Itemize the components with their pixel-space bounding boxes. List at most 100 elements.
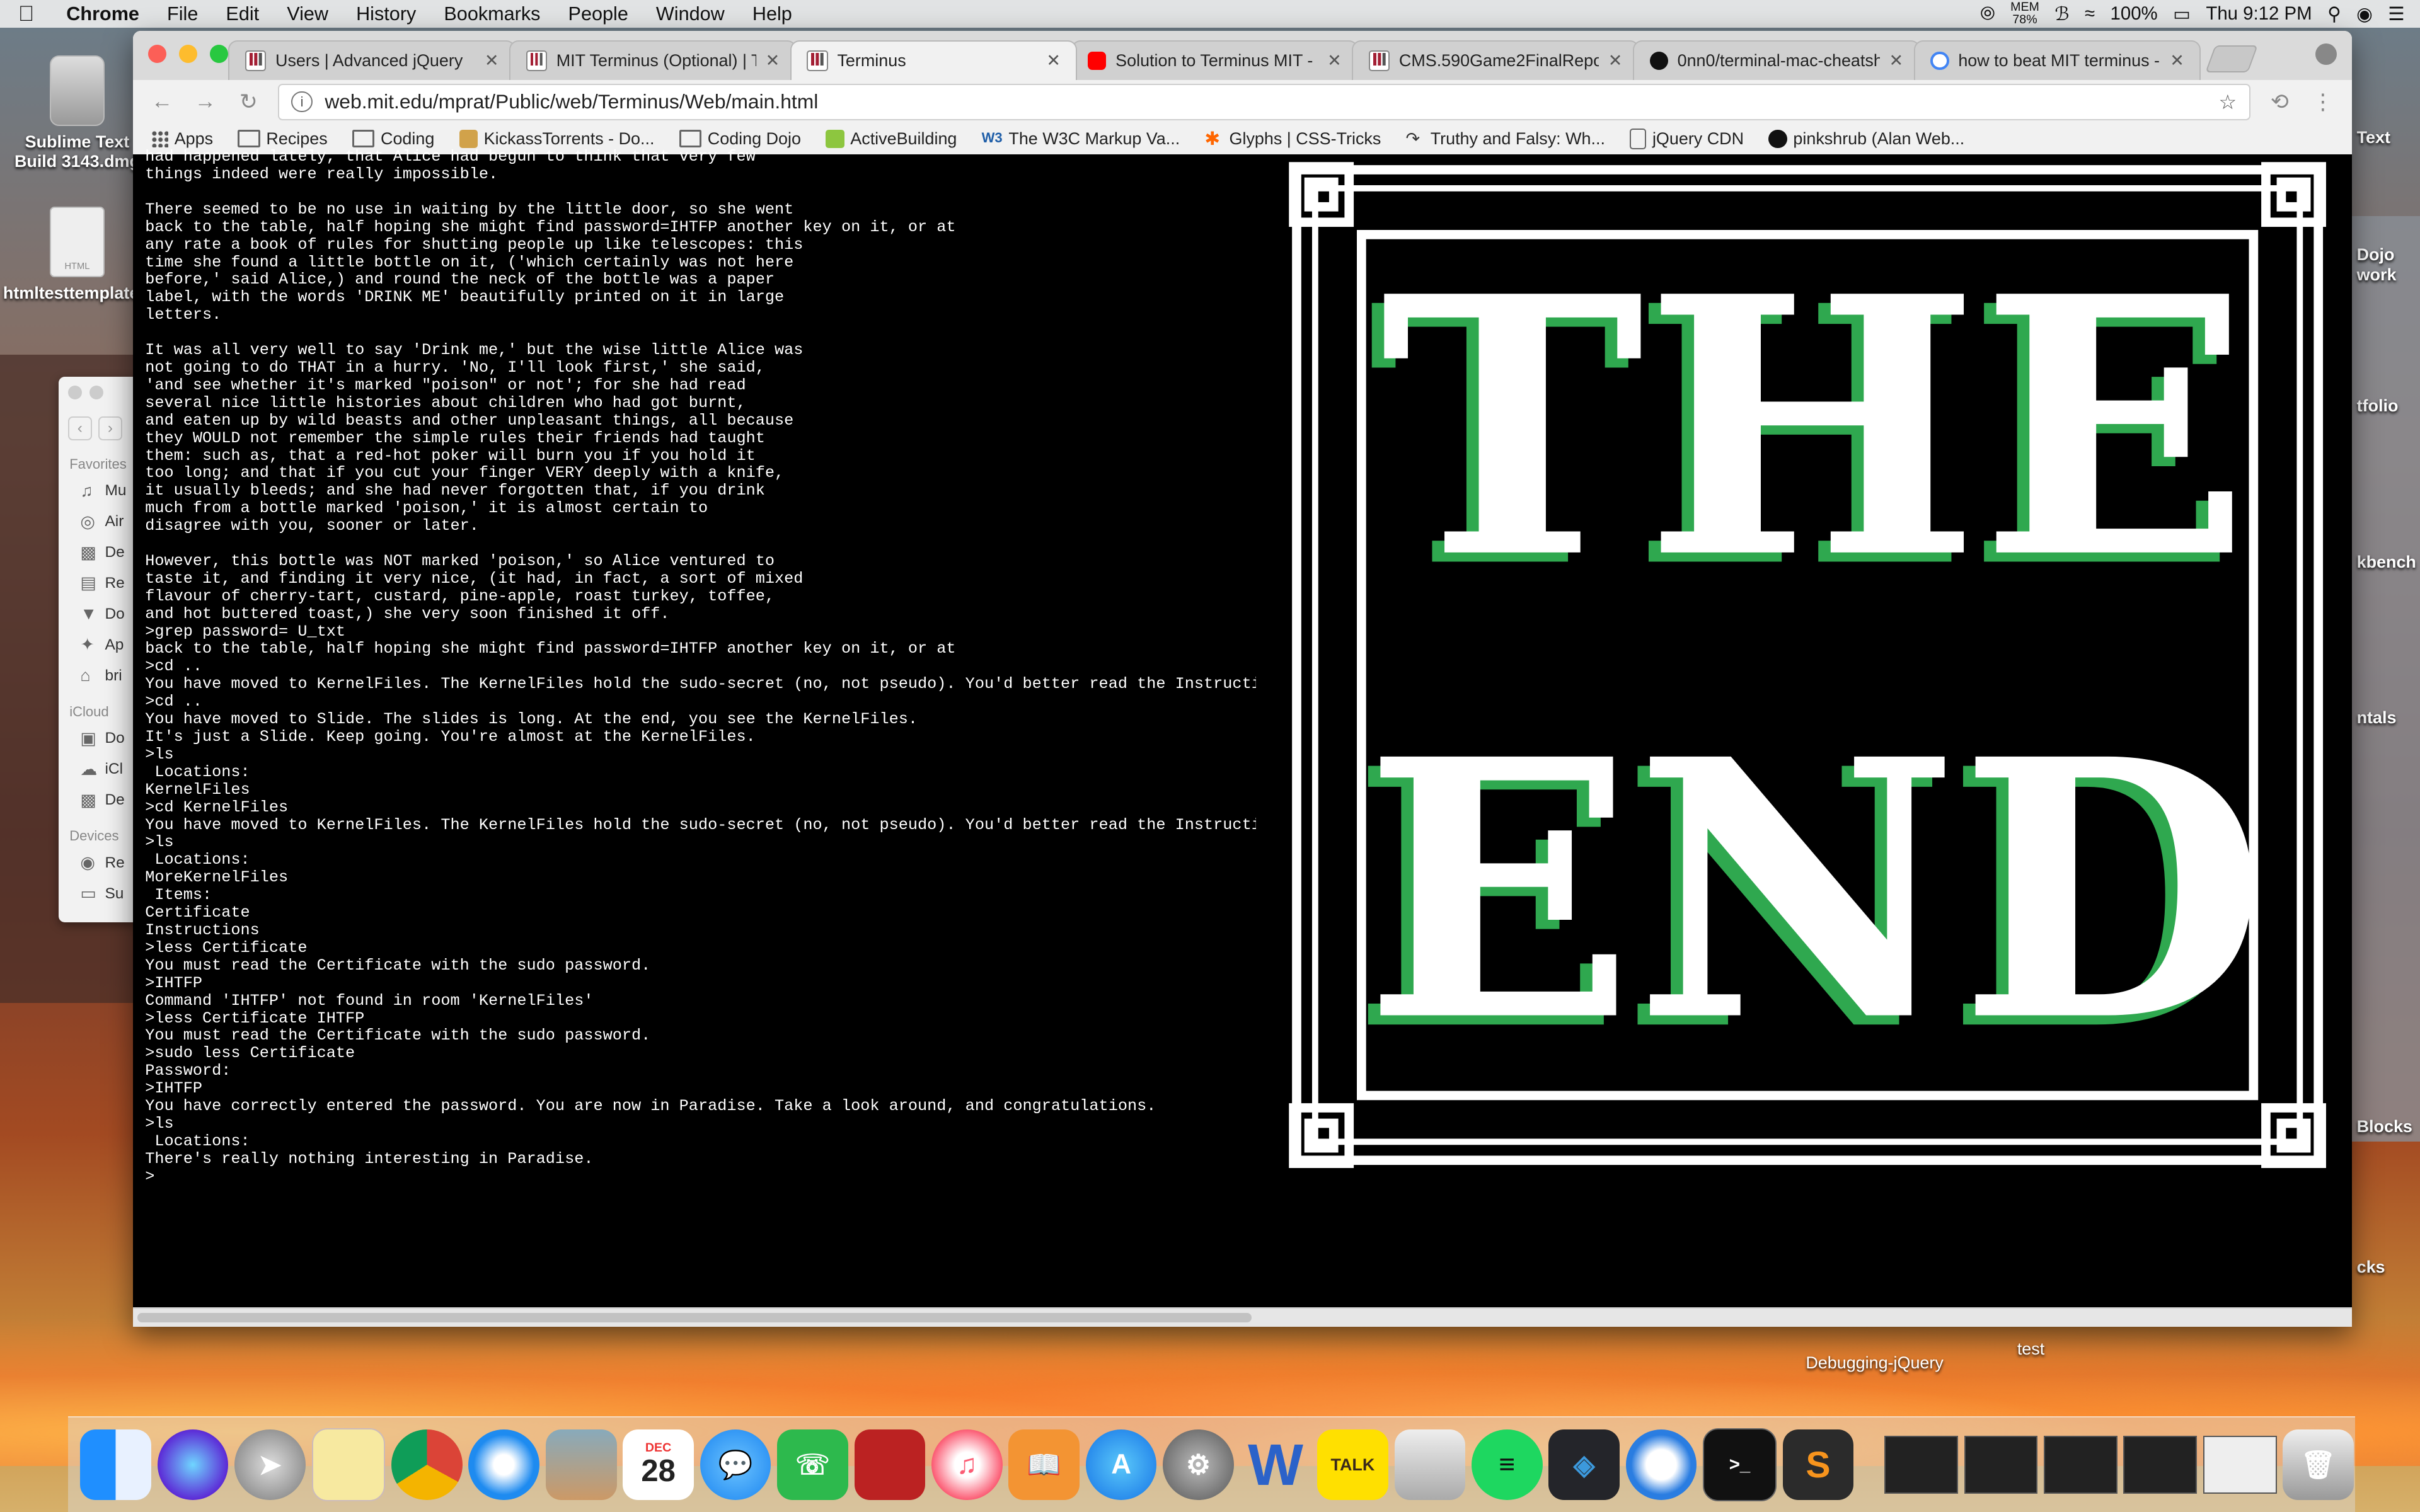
facetime-dock-icon[interactable]: ☏ (777, 1429, 848, 1501)
utility-dock-icon[interactable] (1394, 1429, 1466, 1501)
app-store-dock-icon[interactable]: A (1085, 1429, 1157, 1501)
menu-history[interactable]: History (342, 3, 430, 25)
siri-dock-icon[interactable] (157, 1429, 229, 1501)
url-text[interactable]: web.mit.edu/mprat/Public/web/Terminus/We… (325, 90, 818, 113)
bookmark-star-icon[interactable]: ☆ (2219, 90, 2237, 114)
safari-dock-icon[interactable] (468, 1429, 540, 1501)
finder-item-applications[interactable]: ✦ Ap (59, 630, 139, 661)
desktop-label[interactable]: cks (2357, 1257, 2385, 1277)
finder-item-device-superdrive[interactable]: ▭ Su (59, 878, 139, 909)
extension-icon[interactable]: ⟲ (2266, 89, 2293, 115)
time-machine-dock-icon[interactable] (1625, 1429, 1697, 1501)
tab-github-cheatsheet[interactable]: 0nn0/terminal-mac-cheatshee ✕ (1633, 40, 1920, 81)
bookmark-recipes[interactable]: Recipes (238, 129, 328, 149)
finder-close-button[interactable] (67, 386, 82, 400)
close-tab-icon[interactable]: ✕ (1608, 51, 1623, 71)
bookmark-pinkshrub[interactable]: pinkshrub (Alan Web... (1768, 129, 1964, 149)
desktop-label[interactable]: Blocks (2357, 1117, 2412, 1137)
finder-item-airdrop[interactable]: ◎ Air (59, 507, 139, 537)
desktop-label[interactable]: tfolio (2357, 396, 2399, 416)
close-tab-icon[interactable]: ✕ (766, 51, 780, 71)
finder-item-recents[interactable]: ▤ Re (59, 568, 139, 599)
desktop-label[interactable]: Dojo (2357, 245, 2395, 265)
bookmark-jquery-cdn[interactable]: jQuery CDN (1630, 128, 1744, 150)
menu-app-name[interactable]: Chrome (52, 3, 153, 25)
wifi-icon[interactable]: ≈ (2085, 3, 2095, 25)
finder-item-downloads[interactable]: ▼ Do (59, 599, 139, 630)
user-avatar-icon[interactable]: ◉ (2356, 3, 2373, 25)
bookmark-w3c-validator[interactable]: W3 The W3C Markup Va... (982, 129, 1180, 149)
fullscreen-window-button[interactable] (210, 45, 229, 64)
apple-icon[interactable]:  (0, 2, 52, 26)
menu-window[interactable]: Window (642, 3, 739, 25)
minimize-window-button[interactable] (179, 45, 198, 64)
finder-item-icloud-drive[interactable]: ☁ iCl (59, 754, 139, 785)
bookmark-apps[interactable]: Apps (151, 129, 213, 149)
finder-dock-icon[interactable] (80, 1429, 151, 1501)
itunes-dock-icon[interactable]: ♫ (931, 1429, 1003, 1501)
vpn-icon[interactable]: ⦾ (1980, 3, 1995, 25)
memory-indicator[interactable]: MEM 78% (2010, 1, 2039, 26)
scrollbar-thumb[interactable] (137, 1313, 1252, 1322)
trash-dock-icon[interactable]: 🗑 (2283, 1429, 2354, 1501)
close-tab-icon[interactable]: ✕ (2170, 51, 2184, 71)
menu-kebab-icon[interactable]: ⋮ (2309, 89, 2337, 115)
messages-dock-icon[interactable]: 💬 (700, 1429, 771, 1501)
desktop-label[interactable]: ntals (2357, 708, 2397, 728)
mail-eagle-dock-icon[interactable] (545, 1429, 617, 1501)
tab-users-advanced-jquery[interactable]: Users | Advanced jQuery ✕ (228, 40, 516, 81)
bookmark-coding-dojo[interactable]: Coding Dojo (679, 129, 801, 149)
word-dock-icon[interactable]: W (1240, 1429, 1311, 1501)
notification-center-icon[interactable]: ☰ (2388, 3, 2404, 25)
menu-view[interactable]: View (273, 3, 342, 25)
minimized-window-thumbnail[interactable] (1884, 1436, 1958, 1494)
menu-file[interactable]: File (153, 3, 212, 25)
menu-edit[interactable]: Edit (212, 3, 273, 25)
battery-icon[interactable]: ▭ (2173, 3, 2191, 25)
desktop-label[interactable]: kbench (2357, 553, 2416, 572)
spotlight-icon[interactable]: ⚲ (2327, 3, 2341, 25)
address-bar[interactable]: i web.mit.edu/mprat/Public/web/Terminus/… (277, 83, 2250, 120)
desktop-icon-sublime-dmg[interactable]: Sublime Text Build 3143.dmg (3, 55, 151, 171)
tab-solution-youtube[interactable]: Solution to Terminus MIT - You ✕ (1071, 40, 1359, 81)
finder-item-home[interactable]: ⌂ bri (59, 660, 139, 691)
spotify-dock-icon[interactable]: ≡ (1471, 1429, 1543, 1501)
desktop-label[interactable]: Text (2357, 128, 2390, 147)
forward-icon[interactable]: → (192, 89, 219, 114)
tab-mit-terminus-optional[interactable]: MIT Terminus (Optional) | Term ✕ (509, 40, 797, 81)
profile-icon[interactable] (2315, 43, 2337, 65)
vscode-dock-icon[interactable]: ◈ (1548, 1429, 1620, 1501)
terminal-dock-icon[interactable]: >_ (1703, 1428, 1777, 1502)
menu-people[interactable]: People (555, 3, 642, 25)
horizontal-scrollbar[interactable] (132, 1307, 2353, 1327)
reload-icon[interactable]: ↻ (234, 89, 262, 115)
minimized-window-thumbnail[interactable] (2203, 1436, 2277, 1494)
calendar-dock-icon[interactable]: DEC 28 (623, 1429, 694, 1501)
finder-item-icloud-documents[interactable]: ▣ Do (59, 723, 139, 754)
launchpad-dock-icon[interactable]: ➤ (234, 1429, 306, 1501)
forward-arrow-icon[interactable]: › (98, 416, 123, 441)
new-tab-button[interactable] (2205, 45, 2258, 73)
desktop-label[interactable]: test (2017, 1339, 2044, 1359)
system-preferences-dock-icon[interactable]: ⚙ (1163, 1429, 1234, 1501)
notes-dock-icon[interactable] (311, 1428, 386, 1502)
menu-help[interactable]: Help (739, 3, 806, 25)
desktop-label[interactable]: work (2357, 265, 2397, 285)
finder-minimize-button[interactable] (89, 386, 104, 400)
chrome-dock-icon[interactable] (391, 1429, 463, 1501)
menu-bookmarks[interactable]: Bookmarks (430, 3, 554, 25)
tab-terminus[interactable]: Terminus ✕ (790, 40, 1078, 81)
tab-google-search[interactable]: how to beat MIT terminus - Go ✕ (1913, 40, 2201, 81)
finder-item-icloud-desktop[interactable]: ▩ De (59, 785, 139, 816)
back-arrow-icon[interactable]: ‹ (67, 416, 93, 441)
close-tab-icon[interactable]: ✕ (1327, 51, 1342, 71)
minimized-window-thumbnail[interactable] (1964, 1436, 2038, 1494)
bookmark-kickasstorrents[interactable]: KickassTorrents - Do... (459, 129, 654, 149)
bookmark-glyphs-css-tricks[interactable]: ✱ Glyphs | CSS-Tricks (1204, 129, 1381, 149)
bluetooth-icon[interactable]: ℬ (2054, 3, 2069, 25)
finder-item-desktop[interactable]: ▩ De (59, 537, 139, 568)
desktop-icon-html-file[interactable]: HTML htmltesttemplate.html (3, 207, 180, 303)
close-window-button[interactable] (148, 45, 167, 64)
info-icon[interactable]: i (291, 91, 313, 113)
minimized-window-thumbnail[interactable] (2123, 1436, 2198, 1494)
